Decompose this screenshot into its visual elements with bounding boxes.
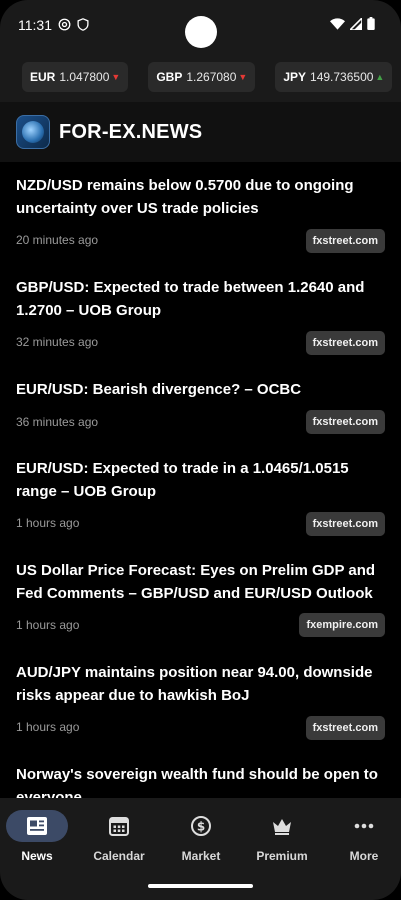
wifi-icon xyxy=(330,17,345,30)
news-item[interactable]: AUD/JPY maintains position near 94.00, d… xyxy=(0,661,401,757)
currency-ticker: EUR 1.047800 ▼ GBP 1.267080 ▼ JPY 149.73… xyxy=(0,52,401,102)
ticker-chip-gbp[interactable]: GBP 1.267080 ▼ xyxy=(148,62,256,92)
news-time: 36 minutes ago xyxy=(16,415,99,429)
ticker-symbol: EUR xyxy=(30,70,56,84)
source-badge: fxstreet.com xyxy=(305,512,385,536)
status-right-icons xyxy=(330,17,375,30)
news-time: 1 hours ago xyxy=(16,618,80,632)
phone-screen: 11:31 EUR 1.047800 ▼ GBP 1.267080 ▼ JPY … xyxy=(0,0,401,900)
news-item[interactable]: Norway's sovereign wealth fund should be… xyxy=(0,763,401,798)
news-title: NZD/USD remains below 0.5700 due to ongo… xyxy=(16,177,354,217)
nav-item-premium[interactable]: Premium xyxy=(242,810,322,863)
source-badge: fxstreet.com xyxy=(305,410,385,434)
ticker-chip-eur[interactable]: EUR 1.047800 ▼ xyxy=(22,62,129,92)
nav-item-more[interactable]: More xyxy=(324,810,401,863)
nav-label: Premium xyxy=(256,849,308,863)
news-time: 1 hours ago xyxy=(16,516,80,530)
svg-text:$: $ xyxy=(197,820,205,834)
up-arrow-icon: ▲ xyxy=(375,72,385,82)
ticker-value: 1.267080 xyxy=(186,70,237,84)
news-title: EUR/USD: Expected to trade in a 1.0465/1… xyxy=(16,460,349,500)
ticker-value: 1.047800 xyxy=(59,70,110,84)
status-left-icons xyxy=(58,18,89,31)
news-item[interactable]: GBP/USD: Expected to trade between 1.264… xyxy=(0,276,401,372)
home-indicator[interactable] xyxy=(148,884,253,888)
newspaper-icon xyxy=(27,817,47,835)
source-badge: fxempire.com xyxy=(299,613,385,637)
app-header: FOR-EX.NEWS xyxy=(0,102,401,162)
nav-icon-wrap xyxy=(88,810,150,842)
signal-icon xyxy=(350,17,362,30)
news-item[interactable]: US Dollar Price Forecast: Eyes on Prelim… xyxy=(0,559,401,655)
source-badge: fxstreet.com xyxy=(305,229,385,253)
nav-icon-wrap: $ xyxy=(170,810,232,842)
down-arrow-icon: ▼ xyxy=(111,72,121,82)
at-sign-icon xyxy=(58,18,71,31)
news-item[interactable]: EUR/USD: Expected to trade in a 1.0465/1… xyxy=(0,457,401,553)
calendar-icon xyxy=(109,817,129,836)
nav-item-calendar[interactable]: Calendar xyxy=(79,810,159,863)
news-title: Norway's sovereign wealth fund should be… xyxy=(16,766,378,798)
nav-label: Market xyxy=(181,849,221,863)
nav-item-news[interactable]: News xyxy=(0,810,77,863)
status-bar: 11:31 xyxy=(0,0,401,52)
source-badge: fxstreet.com xyxy=(305,331,385,355)
shield-icon xyxy=(77,18,89,31)
news-time: 1 hours ago xyxy=(16,720,80,734)
coin-icon: $ xyxy=(191,816,211,836)
ticker-symbol: GBP xyxy=(156,70,183,84)
news-time: 32 minutes ago xyxy=(16,335,99,349)
nav-label: More xyxy=(349,849,379,863)
nav-icon-wrap xyxy=(333,810,395,842)
news-item[interactable]: NZD/USD remains below 0.5700 due to ongo… xyxy=(0,174,401,270)
globe-logo-icon xyxy=(16,115,50,149)
nav-label: News xyxy=(21,849,53,863)
news-title: US Dollar Price Forecast: Eyes on Prelim… xyxy=(16,562,376,602)
crown-icon xyxy=(273,819,291,835)
news-title: EUR/USD: Bearish divergence? – OCBC xyxy=(16,381,302,398)
ticker-symbol: JPY xyxy=(283,70,307,84)
nav-item-market[interactable]: $ Market xyxy=(161,810,241,863)
news-item[interactable]: EUR/USD: Bearish divergence? – OCBC 36 m… xyxy=(0,378,401,450)
source-badge: fxstreet.com xyxy=(305,716,385,740)
news-title: GBP/USD: Expected to trade between 1.264… xyxy=(16,279,365,319)
news-title: AUD/JPY maintains position near 94.00, d… xyxy=(16,664,373,704)
nav-icon-wrap xyxy=(6,810,68,842)
battery-icon xyxy=(367,17,375,30)
nav-icon-wrap xyxy=(251,810,313,842)
more-icon xyxy=(354,823,374,829)
ticker-chip-jpy[interactable]: JPY 149.736500 ▲ xyxy=(275,62,393,92)
app-title: FOR-EX.NEWS xyxy=(59,120,203,143)
ticker-value: 149.736500 xyxy=(310,70,374,84)
status-time: 11:31 xyxy=(18,17,52,33)
nav-label: Calendar xyxy=(93,849,145,863)
news-time: 20 minutes ago xyxy=(16,233,99,247)
down-arrow-icon: ▼ xyxy=(238,72,248,82)
front-camera xyxy=(185,16,217,48)
news-feed[interactable]: NZD/USD remains below 0.5700 due to ongo… xyxy=(0,162,401,798)
